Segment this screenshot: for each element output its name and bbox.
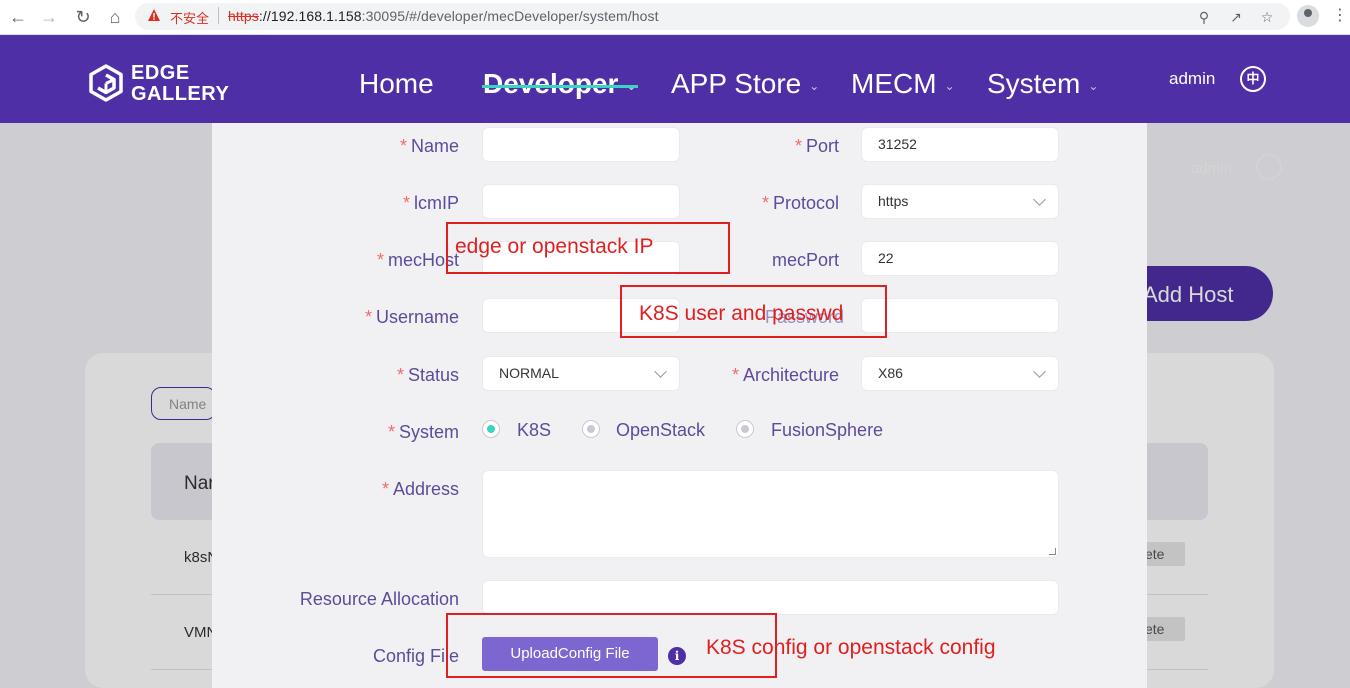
omnibox-divider [218, 7, 219, 24]
share-icon[interactable]: ↗ [1227, 9, 1245, 25]
forward-icon[interactable]: → [38, 6, 60, 28]
chevron-down-icon [1033, 365, 1046, 378]
mecport-input[interactable]: 22 [861, 241, 1059, 276]
logo-line-1: EDGE [131, 62, 190, 84]
name-label: * Name [399, 136, 459, 156]
browser-menu-icon[interactable]: ⋮ [1332, 5, 1348, 25]
system-option-fusionsphere[interactable]: FusionSphere [771, 420, 883, 441]
address-label: * Address [381, 479, 459, 499]
status-value: NORMAL [499, 365, 559, 381]
zoom-icon[interactable]: ⚲ [1195, 9, 1213, 25]
chevron-down-icon: ⌄ [809, 78, 820, 93]
address-textarea[interactable] [482, 470, 1059, 558]
system-radio-openstack[interactable] [582, 420, 600, 438]
system-label-text: System [398, 422, 459, 442]
system-radio-fusionsphere[interactable] [736, 420, 754, 438]
port-label-text: Port [805, 136, 839, 156]
security-label: 不安全 [170, 11, 210, 26]
name-label-text: Name [410, 136, 459, 156]
nav-app-store-label: APP Store [671, 68, 802, 99]
nav-mecm-label: MECM [851, 68, 937, 99]
lcmip-input[interactable] [482, 184, 680, 219]
status-label: * Status [396, 365, 459, 385]
architecture-label-text: Architecture [742, 365, 839, 385]
username-label: * Username [364, 307, 459, 327]
nav-developer-label: Developer [483, 68, 619, 99]
status-label-text: Status [407, 365, 459, 385]
protocol-value: https [878, 193, 909, 209]
lcmip-label: * lcmIP [402, 193, 459, 213]
architecture-label: * Architecture [731, 365, 839, 385]
name-input[interactable] [482, 127, 680, 162]
user-name[interactable]: admin [1169, 69, 1215, 89]
address-bar[interactable]: 不安全 https://192.168.1.158:30095/#/develo… [135, 3, 1290, 30]
nav-system-label: System [987, 68, 1081, 99]
system-label: * System [387, 422, 459, 442]
logo-text: EDGE GALLERY [131, 63, 229, 105]
radio-dot [587, 425, 595, 433]
chevron-down-icon: ⌄ [1088, 78, 1099, 93]
annotation-mechost-note: edge or openstack IP [455, 235, 654, 258]
architecture-value: X86 [878, 365, 903, 381]
port-input[interactable]: 31252 [861, 127, 1059, 162]
active-nav-indicator [482, 85, 638, 88]
back-icon[interactable]: ← [7, 6, 29, 28]
resource-allocation-input[interactable] [482, 580, 1059, 615]
language-switch-icon[interactable]: 中 [1240, 66, 1266, 92]
system-option-openstack[interactable]: OpenStack [616, 420, 705, 441]
home-icon[interactable]: ⌂ [104, 6, 126, 28]
nav-app-store[interactable]: APP Store ⌄ [671, 67, 819, 103]
username-label-text: Username [375, 307, 459, 327]
resize-handle-icon[interactable] [1049, 548, 1056, 555]
edgegallery-logo-icon [89, 64, 123, 102]
status-select[interactable]: NORMAL [482, 356, 680, 391]
bookmark-star-icon[interactable]: ☆ [1258, 9, 1276, 25]
mecport-label: mecPort [771, 250, 839, 270]
resource-allocation-label: Resource Allocation [299, 589, 459, 609]
nav-system[interactable]: System ⌄ [987, 67, 1098, 103]
architecture-select[interactable]: X86 [861, 356, 1059, 391]
url-scheme: https [228, 8, 259, 24]
protocol-label: * Protocol [761, 193, 839, 213]
chevron-down-icon [1033, 193, 1046, 206]
warning-icon [148, 9, 160, 21]
logo-line-2: GALLERY [131, 83, 230, 105]
url-path: :30095/#/developer/mecDeveloper/system/h… [361, 8, 659, 24]
nav-home-label: Home [359, 68, 434, 99]
protocol-label-text: Protocol [772, 193, 839, 213]
nav-home[interactable]: Home [359, 67, 434, 101]
password-input[interactable] [861, 298, 1059, 333]
app-header: EDGE GALLERY Home Developer⌄ APP Store⌄ … [0, 35, 1350, 123]
protocol-select[interactable]: https [861, 184, 1059, 219]
system-option-k8s[interactable]: K8S [517, 420, 551, 441]
system-radio-k8s[interactable] [482, 420, 500, 438]
url-host: ://192.168.1.158 [258, 8, 362, 24]
radio-dot [487, 425, 495, 433]
url-text[interactable]: https://192.168.1.158:30095/#/developer/… [228, 8, 659, 24]
reload-icon[interactable]: ↻ [72, 6, 94, 28]
chevron-down-icon: ⌄ [944, 78, 955, 93]
browser-toolbar: ← → ↻ ⌂ 不安全 https://192.168.1.158:30095/… [0, 0, 1350, 35]
address-label-text: Address [392, 479, 459, 499]
nav-mecm[interactable]: MECM ⌄ [851, 67, 955, 103]
port-label: * Port [794, 136, 839, 156]
radio-dot [741, 425, 749, 433]
profile-icon[interactable] [1297, 5, 1319, 27]
lcmip-label-text: lcmIP [414, 193, 459, 213]
chevron-down-icon [654, 365, 667, 378]
annotation-config-note: K8S config or openstack config [706, 636, 996, 659]
annotation-credentials-note: K8S user and passwd [639, 302, 844, 325]
